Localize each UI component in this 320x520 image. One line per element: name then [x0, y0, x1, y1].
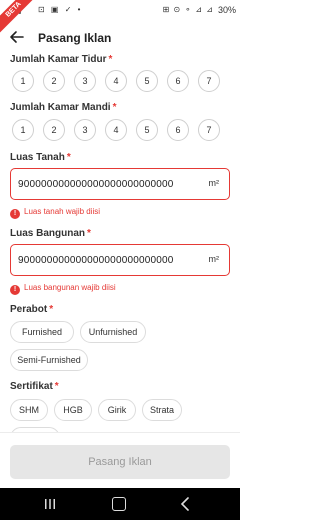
perabot-label-text: Perabot	[10, 304, 48, 315]
kamar-tidur-option[interactable]: 1	[12, 70, 34, 92]
kamar-mandi-option[interactable]: 2	[43, 119, 65, 141]
battery-percent: 30%	[217, 5, 236, 15]
kamar-mandi-option[interactable]: 1	[12, 119, 34, 141]
kamar-mandi-label-text: Jumlah Kamar Mandi	[10, 102, 111, 113]
perabot-label: Perabot *	[10, 304, 53, 315]
form-content[interactable]: Jumlah Kamar Tidur * 1 2 3 4 5 6 7 Jumlah…	[0, 52, 240, 432]
required-marker: *	[87, 228, 91, 239]
arrow-left-icon[interactable]	[8, 28, 26, 46]
luas-bangunan-label-text: Luas Bangunan	[10, 228, 86, 239]
kamar-tidur-option[interactable]: 4	[105, 70, 127, 92]
required-marker: *	[108, 54, 113, 65]
submit-ad-button[interactable]: Pasang Iklan	[10, 445, 230, 479]
required-marker: *	[66, 152, 71, 163]
home-icon[interactable]	[112, 497, 126, 511]
luas-bangunan-label: Luas Bangunan *	[10, 228, 91, 239]
luas-bangunan-unit: m²	[208, 254, 220, 264]
luas-bangunan-value: 900000000000000000000000000	[18, 255, 174, 266]
luas-tanah-error: ! Luas tanah wajib diisi	[10, 207, 100, 219]
required-marker: *	[49, 304, 54, 315]
form-footer: Pasang Iklan	[0, 432, 240, 488]
luas-bangunan-error-text: Luas bangunan wajib diisi	[24, 283, 116, 292]
kamar-tidur-options: 1 2 3 4 5 6 7	[12, 70, 240, 92]
luas-tanah-unit: m²	[208, 178, 220, 188]
kamar-tidur-label: Jumlah Kamar Tidur *	[10, 54, 112, 65]
kamar-mandi-option[interactable]: 6	[167, 119, 189, 141]
sertifikat-label: Sertifikat *	[10, 381, 59, 392]
notification-icons: ⊡ ▣ ✓ •	[38, 5, 83, 14]
recent-apps-icon[interactable]	[44, 498, 56, 510]
luas-tanah-input[interactable]: 900000000000000000000000000 m²	[10, 168, 230, 200]
kamar-mandi-option[interactable]: 3	[74, 119, 96, 141]
perabot-option-unfurnished[interactable]: Unfurnished	[80, 321, 146, 343]
kamar-tidur-option[interactable]: 7	[198, 70, 220, 92]
back-nav-icon[interactable]	[180, 496, 190, 512]
luas-tanah-error-text: Luas tanah wajib diisi	[24, 207, 101, 216]
kamar-mandi-option[interactable]: 5	[136, 119, 158, 141]
luas-bangunan-error: ! Luas bangunan wajib diisi	[10, 283, 116, 295]
luas-bangunan-input[interactable]: 900000000000000000000000000 m²	[10, 244, 230, 276]
luas-tanah-label: Luas Tanah *	[10, 152, 71, 163]
system-nav-bar	[0, 488, 240, 520]
perabot-option-furnished[interactable]: Furnished	[10, 321, 74, 343]
perabot-option-semi-furnished[interactable]: Semi-Furnished	[10, 349, 88, 371]
kamar-mandi-label: Jumlah Kamar Mandi *	[10, 102, 117, 113]
sertifikat-option-strata[interactable]: Strata	[142, 399, 182, 421]
required-marker: *	[54, 381, 59, 392]
error-icon: !	[10, 209, 20, 219]
kamar-tidur-label-text: Jumlah Kamar Tidur	[10, 54, 107, 65]
sertifikat-option-hgb[interactable]: HGB	[54, 399, 92, 421]
status-bar: 7 ⊡ ▣ ✓ • ⊞ ⊙ ⚬ ⊿ ⊿ 30%	[0, 0, 240, 22]
app-header: Pasang Iklan	[0, 22, 240, 52]
luas-tanah-value: 900000000000000000000000000	[18, 179, 174, 190]
luas-tanah-label-text: Luas Tanah	[10, 152, 65, 163]
kamar-tidur-option[interactable]: 3	[74, 70, 96, 92]
system-status-icons: ⊞ ⊙ ⚬ ⊿ ⊿	[162, 5, 214, 14]
kamar-mandi-option[interactable]: 4	[105, 119, 127, 141]
kamar-tidur-option[interactable]: 6	[167, 70, 189, 92]
sertifikat-label-text: Sertifikat	[10, 381, 53, 392]
kamar-mandi-options: 1 2 3 4 5 6 7	[12, 119, 240, 141]
sertifikat-option-shm[interactable]: SHM	[10, 399, 48, 421]
kamar-tidur-option[interactable]: 5	[136, 70, 158, 92]
required-marker: *	[112, 102, 117, 113]
sertifikat-option-girik[interactable]: Girik	[98, 399, 136, 421]
page-title: Pasang Iklan	[38, 31, 112, 45]
kamar-tidur-option[interactable]: 2	[43, 70, 65, 92]
error-icon: !	[10, 285, 20, 295]
kamar-mandi-option[interactable]: 7	[198, 119, 220, 141]
